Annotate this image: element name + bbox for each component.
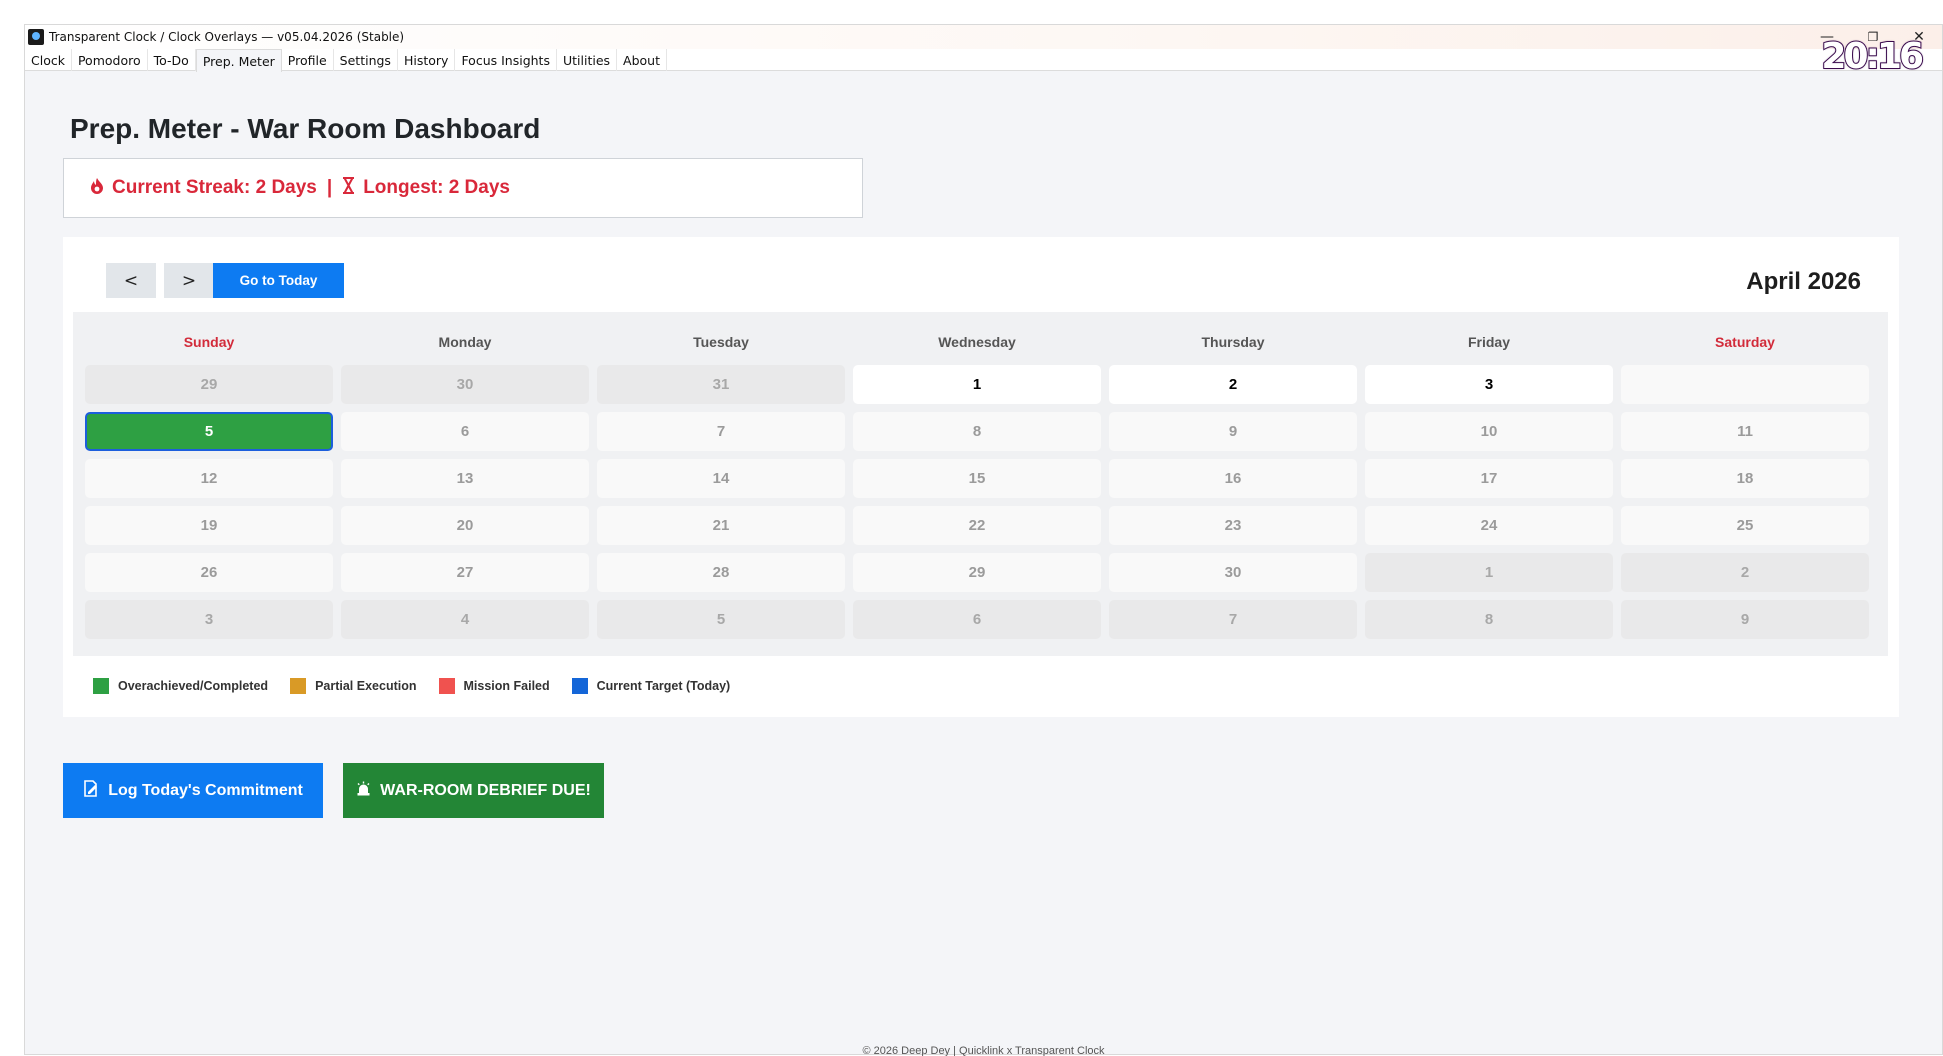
calendar-day[interactable]: 5 — [85, 412, 333, 451]
calendar-day[interactable]: 21 — [597, 506, 845, 545]
legend-item: Mission Failed — [438, 678, 550, 694]
next-month-button[interactable]: > — [164, 263, 214, 298]
calendar-day[interactable]: 2 — [1109, 365, 1357, 404]
weekday-header: Friday — [1467, 334, 1510, 350]
weekday-header: Thursday — [1201, 334, 1265, 350]
calendar-grid: Sunday Monday Tuesday Wednesday Thursday Frid… — [73, 312, 1888, 656]
tab-to-do[interactable]: To-Do — [148, 49, 196, 71]
calendar-day[interactable]: 27 — [341, 553, 589, 592]
month-title: April 2026 — [1746, 268, 1861, 295]
longest-streak-text: Longest: 2 Days — [363, 177, 510, 198]
calendar-day[interactable]: 29 — [85, 365, 333, 404]
legend-swatch — [438, 678, 455, 694]
calendar-day[interactable]: 2 — [1621, 553, 1869, 592]
calendar-day[interactable]: 31 — [597, 365, 845, 404]
weekday-header: Tuesday — [693, 334, 749, 350]
legend-item: Overachieved/Completed — [93, 678, 268, 694]
calendar-day[interactable]: 4 — [341, 600, 589, 639]
legend-swatch — [571, 678, 588, 694]
tab-focus-insights[interactable]: Focus Insights — [455, 49, 557, 71]
calendar-day[interactable]: 19 — [85, 506, 333, 545]
clock-overlay: 20:16 — [1820, 35, 1925, 78]
window-title: Transparent Clock / Clock Overlays — v05… — [49, 30, 405, 44]
legend-label: Mission Failed — [463, 679, 550, 693]
tab-profile[interactable]: Profile — [282, 49, 334, 71]
calendar-day[interactable]: 30 — [1109, 553, 1357, 592]
calendar-day[interactable]: 3 — [1365, 365, 1613, 404]
calendar-day[interactable]: 28 — [597, 553, 845, 592]
calendar-day[interactable]: 30 — [341, 365, 589, 404]
hourglass-icon — [342, 177, 355, 199]
tab-bar: Clock Pomodoro To-Do Prep. Meter Profile Sett… — [25, 49, 1942, 72]
legend-label: Overachieved/Completed — [118, 679, 269, 693]
calendar-day[interactable]: 6 — [853, 600, 1101, 639]
calendar-day[interactable] — [1621, 365, 1869, 404]
current-streak-text: Current Streak: 2 Days — [112, 177, 317, 198]
log-commitment-label: Log Today's Commitment — [108, 781, 303, 799]
fire-icon — [90, 177, 104, 200]
tab-settings[interactable]: Settings — [334, 49, 398, 71]
calendar-day[interactable]: 23 — [1109, 506, 1357, 545]
calendar-day[interactable]: 29 — [853, 553, 1101, 592]
debrief-label: WAR-ROOM DEBRIEF DUE! — [380, 781, 591, 799]
app-logo-icon — [28, 29, 44, 45]
legend-swatch — [93, 678, 109, 694]
calendar-day[interactable]: 6 — [341, 412, 589, 451]
calendar-day[interactable]: 16 — [1109, 459, 1357, 498]
calendar-day[interactable]: 8 — [1365, 600, 1613, 639]
calendar-day[interactable]: 20 — [341, 506, 589, 545]
weekday-header: Monday — [438, 334, 492, 350]
tab-utilities[interactable]: Utilities — [557, 49, 618, 71]
calendar-day[interactable]: 25 — [1621, 506, 1869, 545]
legend-label: Current Target (Today) — [596, 679, 731, 693]
calendar-day[interactable]: 22 — [853, 506, 1101, 545]
calendar-day[interactable]: 1 — [853, 365, 1101, 404]
weekday-header: Wednesday — [938, 334, 1016, 350]
page-title: Prep. Meter - War Room Dashboard — [70, 113, 541, 144]
log-commitment-button[interactable]: Log Today's Commitment — [63, 763, 323, 818]
calendar-day[interactable]: 26 — [85, 553, 333, 592]
alarm-siren-icon — [356, 781, 371, 800]
calendar-day[interactable]: 15 — [853, 459, 1101, 498]
legend: Overachieved/Completed Partial Execution M… — [93, 678, 752, 694]
calendar-day[interactable]: 18 — [1621, 459, 1869, 498]
go-to-today-button[interactable]: Go to Today — [213, 263, 344, 298]
weekday-header: Saturday — [1715, 334, 1775, 350]
tab-history[interactable]: History — [398, 49, 456, 71]
edit-note-icon — [83, 780, 99, 801]
calendar-day[interactable]: 9 — [1621, 600, 1869, 639]
legend-swatch — [290, 678, 307, 694]
calendar-day[interactable]: 12 — [85, 459, 333, 498]
calendar-day[interactable]: 17 — [1365, 459, 1613, 498]
calendar-day[interactable]: 24 — [1365, 506, 1613, 545]
title-bar[interactable]: Transparent Clock / Clock Overlays — v05… — [25, 25, 1942, 49]
tab-pomodoro[interactable]: Pomodoro — [72, 49, 148, 71]
calendar-day[interactable]: 3 — [85, 600, 333, 639]
tab-about[interactable]: About — [617, 49, 667, 71]
calendar-card: < > Go to Today April 2026 Sunday Monday T… — [63, 237, 1899, 717]
calendar-day[interactable]: 1 — [1365, 553, 1613, 592]
legend-label: Partial Execution — [315, 679, 417, 693]
calendar-day[interactable]: 5 — [597, 600, 845, 639]
tab-prep-meter[interactable]: Prep. Meter — [195, 49, 282, 72]
calendar-day[interactable]: 13 — [341, 459, 589, 498]
legend-item: Current Target (Today) — [571, 678, 731, 694]
footer-text: © 2026 Deep Dey | Quicklink x Transparen… — [862, 1045, 1105, 1056]
legend-item: Partial Execution — [290, 678, 417, 694]
calendar-day[interactable]: 7 — [1109, 600, 1357, 639]
calendar-day[interactable]: 9 — [1109, 412, 1357, 451]
prev-month-button[interactable]: < — [106, 263, 156, 298]
debrief-button[interactable]: WAR-ROOM DEBRIEF DUE! — [343, 763, 604, 818]
calendar-day[interactable]: 11 — [1621, 412, 1869, 451]
streak-separator: | — [326, 177, 333, 198]
calendar-day[interactable]: 14 — [597, 459, 845, 498]
weekday-header: Sunday — [183, 334, 235, 350]
app-window: Transparent Clock / Clock Overlays — v05… — [24, 24, 1943, 1056]
calendar-day[interactable]: 10 — [1365, 412, 1613, 451]
streak-panel: Current Streak: 2 Days | Longest: 2 Days — [63, 158, 863, 218]
calendar-day[interactable]: 8 — [853, 412, 1101, 451]
calendar-day[interactable]: 7 — [597, 412, 845, 451]
tab-clock[interactable]: Clock — [25, 49, 72, 71]
